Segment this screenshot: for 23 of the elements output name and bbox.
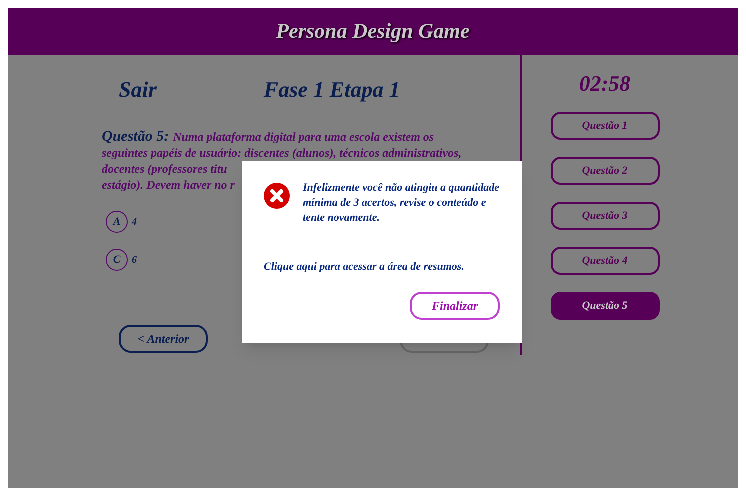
question-text: estágio). Devem haver no r bbox=[102, 177, 235, 193]
option-button[interactable]: A bbox=[106, 211, 128, 233]
error-icon bbox=[264, 183, 290, 209]
app-title: Persona Design Game bbox=[276, 18, 470, 45]
previous-button[interactable]: < Anterior bbox=[119, 325, 208, 353]
option-text: 6 bbox=[132, 254, 137, 268]
question-text: seguintes papéis de usuário: discentes (alunos), técnicos administrativos, bbox=[102, 145, 462, 161]
question-nav-button[interactable]: Questão 4 bbox=[550, 247, 660, 275]
timer: 02:58 bbox=[579, 70, 631, 98]
question-nav-button[interactable]: Questão 2 bbox=[550, 157, 660, 185]
dialog-message: Infelizmente você não atingiu a quantidade mínima de 3 acertos, revise o conteúdo e tente novamente. bbox=[303, 181, 500, 226]
question-nav-button[interactable]: Questão 1 bbox=[550, 112, 660, 140]
question-text: docentes (professores titu bbox=[102, 161, 228, 177]
question-text: Numa plataforma digital para uma escola existem os bbox=[173, 129, 434, 145]
question-nav-button[interactable]: Questão 3 bbox=[550, 202, 660, 230]
option-text: 4 bbox=[132, 216, 137, 230]
question-label: Questão 5: bbox=[102, 129, 170, 145]
stage-title: Fase 1 Etapa 1 bbox=[264, 76, 400, 104]
exit-link[interactable]: Sair bbox=[119, 72, 157, 106]
option-button[interactable]: C bbox=[106, 249, 128, 271]
summary-link[interactable]: Clique aqui para acessar a área de resumos. bbox=[264, 259, 522, 276]
question-nav-button[interactable]: Questão 5 bbox=[550, 292, 660, 320]
finish-button[interactable]: Finalizar bbox=[410, 292, 500, 320]
